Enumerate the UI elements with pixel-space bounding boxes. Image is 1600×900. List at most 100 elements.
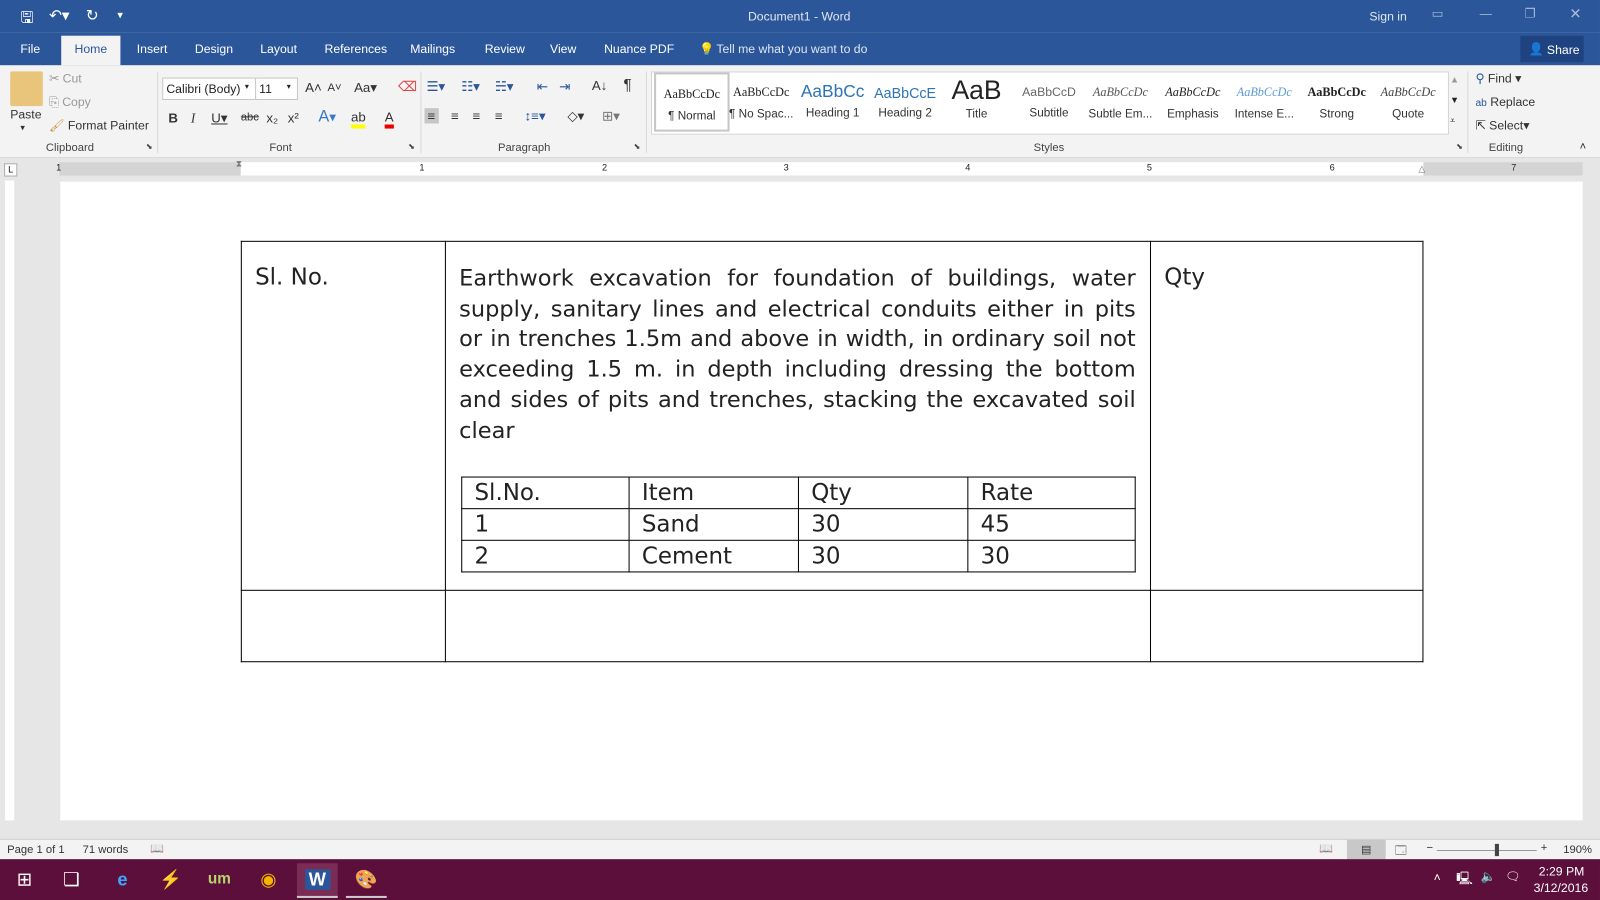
clock-date[interactable]: 3/12/2016 xyxy=(1534,881,1588,895)
clipboard-launcher-icon[interactable]: ⬊ xyxy=(146,142,153,151)
underline-icon[interactable]: U▾ xyxy=(211,110,227,126)
horizontal-ruler[interactable]: L 1 1 2 3 4 5 6 7 ⧗ △ xyxy=(0,158,1600,181)
action-center-icon[interactable]: 🗨 xyxy=(1505,869,1521,883)
multilevel-list-icon[interactable]: ☵▾ xyxy=(495,79,514,95)
tab-review[interactable]: Review xyxy=(485,42,525,56)
outer-table[interactable]: Sl. No. Earthwork excavation for foundat… xyxy=(240,240,1424,663)
windows-start-icon[interactable]: ⊞ xyxy=(4,863,45,896)
subscript-icon[interactable]: x₂ xyxy=(266,110,278,125)
increase-indent-icon[interactable]: ⇥ xyxy=(559,79,570,95)
customize-qat-icon[interactable]: ▾ xyxy=(117,8,123,21)
table-cell[interactable] xyxy=(1149,590,1424,663)
redo-icon[interactable]: ↻ xyxy=(86,6,99,24)
select-button[interactable]: ⇱ Select▾ xyxy=(1475,118,1529,132)
shrink-font-icon[interactable]: A˅ xyxy=(328,82,342,94)
task-view-icon[interactable]: ❏ xyxy=(51,863,92,896)
save-icon[interactable]: 🖫 xyxy=(20,7,33,33)
font-name-select[interactable]: Calibri (Body) ▾ xyxy=(162,77,257,100)
style-intense-emphasis[interactable]: AaBbCcDc Intense E... xyxy=(1229,72,1300,131)
decrease-indent-icon[interactable]: ⇤ xyxy=(537,79,548,95)
borders-icon[interactable]: ⊞▾ xyxy=(602,108,620,124)
styles-scroll-down-icon[interactable]: ▼ xyxy=(1450,95,1459,105)
style-quote[interactable]: AaBbCcDc Quote xyxy=(1372,72,1443,131)
style-no-spacing[interactable]: AaBbCcDc ¶ No Spac... xyxy=(726,72,797,131)
header-cell[interactable]: Item xyxy=(628,476,799,510)
show-formatting-icon[interactable]: ¶ xyxy=(623,77,631,94)
table-cell[interactable]: Sl. No. xyxy=(240,240,446,592)
page-count[interactable]: Page 1 of 1 xyxy=(7,844,64,856)
table-cell[interactable]: 2 xyxy=(461,540,630,573)
shading-icon[interactable]: ◇▾ xyxy=(567,108,584,124)
zoom-slider[interactable] xyxy=(1436,849,1537,852)
vertical-ruler[interactable] xyxy=(0,180,19,821)
table-cell[interactable] xyxy=(240,590,446,663)
collapse-ribbon-icon[interactable]: ˄ xyxy=(1580,141,1587,153)
table-cell[interactable]: Sand xyxy=(628,508,799,542)
table-cell[interactable]: 30 xyxy=(797,508,969,542)
clock-time[interactable]: 2:29 PM xyxy=(1539,864,1585,878)
zoom-in-button[interactable]: + xyxy=(1541,842,1548,854)
style-strong[interactable]: AaBbCcDc Strong xyxy=(1301,72,1372,131)
line-spacing-icon[interactable]: ↕≡▾ xyxy=(524,108,545,124)
show-hidden-icons[interactable]: ˄ xyxy=(1434,870,1441,884)
change-case-button[interactable]: Aa▾ xyxy=(354,80,377,96)
tab-layout[interactable]: Layout xyxy=(260,42,297,56)
zoom-slider-thumb[interactable] xyxy=(1494,843,1499,857)
styles-more-icon[interactable]: ⩡ xyxy=(1450,115,1455,126)
table-cell[interactable]: Earthwork excavation for foundation of b… xyxy=(444,240,1152,592)
zoom-level[interactable]: 190% xyxy=(1563,844,1592,856)
paint-icon[interactable]: 🎨 xyxy=(345,863,387,898)
clear-formatting-icon[interactable]: ⌫ xyxy=(398,79,417,95)
font-size-select[interactable]: 11 ▾ xyxy=(255,77,298,100)
tab-home[interactable]: Home xyxy=(61,35,121,66)
table-cell[interactable]: 45 xyxy=(967,508,1136,542)
volume-icon[interactable]: 🔈 xyxy=(1481,869,1496,883)
tab-file[interactable]: File xyxy=(20,42,40,56)
find-button[interactable]: ⚲ Find ▾ xyxy=(1475,71,1521,85)
header-cell[interactable]: Sl.No. xyxy=(461,476,630,510)
tab-mailings[interactable]: Mailings xyxy=(410,42,455,56)
sort-icon[interactable]: A↓ xyxy=(592,78,607,93)
share-button[interactable]: 👤 Share xyxy=(1520,35,1584,63)
font-color-icon[interactable]: A xyxy=(384,109,394,129)
zoom-out-button[interactable]: − xyxy=(1427,842,1434,854)
tab-selector[interactable]: L xyxy=(4,163,18,177)
align-right-icon[interactable]: ≡ xyxy=(472,108,480,123)
style-subtitle[interactable]: AaBbCcD Subtitle xyxy=(1013,72,1084,131)
ribbon-display-icon[interactable]: ▭ xyxy=(1432,6,1444,20)
style-normal[interactable]: AaBbCcDc ¶ Normal xyxy=(654,72,730,132)
paste-button[interactable]: Paste xyxy=(10,107,41,121)
paragraph-launcher-icon[interactable]: ⬊ xyxy=(634,142,641,151)
table-cell[interactable]: Cement xyxy=(628,540,799,573)
strikethrough-icon[interactable]: abc xyxy=(241,111,259,123)
grow-font-icon[interactable]: A˄ xyxy=(305,80,322,95)
network-icon[interactable]: 🖳 xyxy=(1456,869,1472,890)
text-effects-icon[interactable]: A▾ xyxy=(318,108,336,126)
header-cell[interactable]: Qty xyxy=(797,476,969,510)
indent-marker-icon[interactable]: ⧗ xyxy=(236,158,242,169)
style-heading-2[interactable]: AaBbCcE Heading 2 xyxy=(869,72,940,131)
tab-nuance-pdf[interactable]: Nuance PDF xyxy=(604,42,674,56)
paste-dropdown-icon[interactable]: ▾ xyxy=(20,122,25,133)
header-cell[interactable]: Rate xyxy=(967,476,1136,510)
minimize-button[interactable]: — xyxy=(1480,6,1492,20)
style-emphasis[interactable]: AaBbCcDc Emphasis xyxy=(1157,72,1228,131)
chrome-icon[interactable]: ◉ xyxy=(248,863,289,896)
tell-me-search[interactable]: Tell me what you want to do xyxy=(716,42,867,56)
read-mode-icon[interactable]: 📖 xyxy=(1319,842,1333,855)
copy-button[interactable]: ⎘ Copy xyxy=(49,95,91,110)
style-title[interactable]: AaB Title xyxy=(941,72,1012,131)
bullets-icon[interactable]: ☰▾ xyxy=(427,79,446,95)
table-cell[interactable] xyxy=(444,590,1152,663)
tab-insert[interactable]: Insert xyxy=(137,42,168,56)
align-left-icon[interactable]: ≡ xyxy=(424,108,439,124)
font-launcher-icon[interactable]: ⬊ xyxy=(408,142,415,151)
tab-design[interactable]: Design xyxy=(195,42,233,56)
highlight-icon[interactable]: ab xyxy=(351,109,366,129)
numbering-icon[interactable]: ☷▾ xyxy=(461,79,480,95)
table-cell[interactable]: Qty xyxy=(1149,240,1424,592)
tab-view[interactable]: View xyxy=(550,42,576,56)
cut-button[interactable]: ✂ Cut xyxy=(49,71,82,85)
replace-button[interactable]: ab Replace xyxy=(1475,95,1535,109)
align-center-icon[interactable]: ≡ xyxy=(451,108,459,123)
